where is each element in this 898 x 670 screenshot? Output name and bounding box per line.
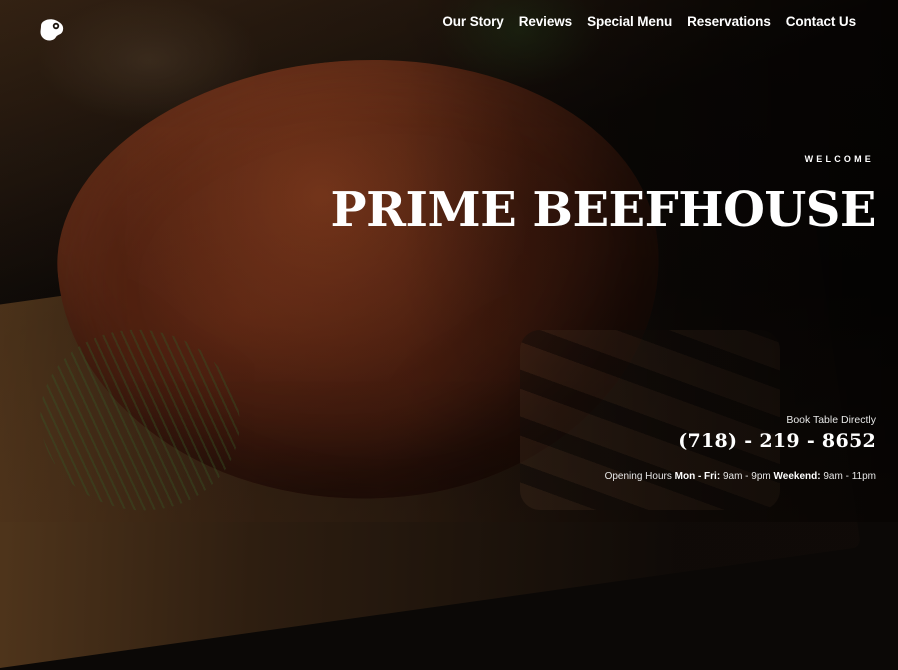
- nav-item-reservations[interactable]: Reservations: [687, 14, 771, 29]
- opening-hours: Opening Hours Mon - Fri: 9am - 9pm Weeke…: [605, 471, 876, 482]
- nav-item-special-menu[interactable]: Special Menu: [587, 14, 672, 29]
- hours-label: Opening Hours: [604, 471, 672, 482]
- hero-title: PRIME BEEFHOUSE: [330, 182, 877, 238]
- hero-eyebrow: WELCOME: [804, 154, 874, 164]
- nav-item-reviews[interactable]: Reviews: [519, 14, 572, 29]
- phone-number-link[interactable]: (718) - 219 - 8652: [678, 430, 876, 452]
- nav-item-contact-us[interactable]: Contact Us: [786, 14, 856, 29]
- weekday-label: Mon - Fri:: [674, 471, 721, 482]
- weekday-hours: 9am - 9pm: [722, 471, 771, 482]
- booking-label: Book Table Directly: [786, 414, 876, 426]
- main-nav: Our Story Reviews Special Menu Reservati…: [442, 12, 856, 30]
- nav-item-our-story[interactable]: Our Story: [442, 14, 503, 29]
- weekend-hours: 9am - 11pm: [823, 471, 876, 482]
- steak-icon[interactable]: [38, 17, 66, 43]
- weekend-label: Weekend:: [773, 471, 821, 482]
